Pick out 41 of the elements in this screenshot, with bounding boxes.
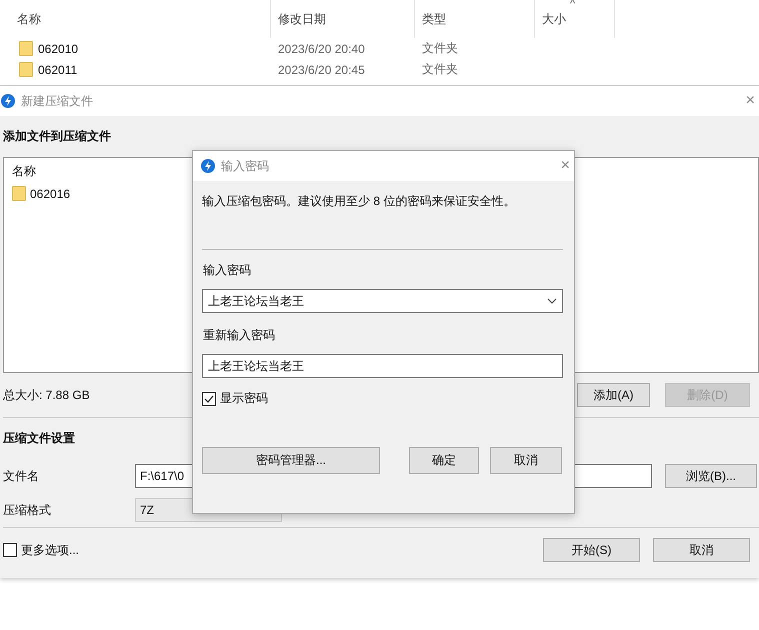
password-combobox[interactable]: 上老王论坛当老王 (202, 289, 563, 313)
file-type: 文件夹 (421, 40, 459, 57)
section-heading: 添加文件到压缩文件 (3, 128, 112, 145)
file-name[interactable]: 062016 (30, 186, 70, 200)
add-button[interactable]: 添加(A) (577, 383, 650, 407)
close-icon[interactable]: × (746, 92, 759, 110)
column-header[interactable]: 类型 (415, 0, 535, 38)
description: 输入压缩包密码。建议使用至少 8 位的密码来保证安全性。 (202, 193, 516, 210)
folder-icon (19, 41, 33, 56)
file-name[interactable]: 062011 (38, 62, 78, 76)
close-icon[interactable]: × (560, 157, 574, 175)
checkbox-label[interactable]: 显示密码 (220, 390, 268, 407)
dialog-button[interactable]: 确定 (409, 447, 479, 474)
field-label: 文件名 (3, 468, 40, 484)
cancel-button[interactable]: 取消 (653, 538, 750, 562)
folder-icon (12, 186, 26, 201)
field-label: 重新输入密码 (202, 327, 276, 344)
modified-date: 2023/6/20 20:45 (277, 62, 366, 76)
window-title: 新建压缩文件 (21, 92, 93, 110)
field-label: 压缩格式 (3, 502, 52, 518)
app-icon (201, 159, 215, 173)
modified-date: 2023/6/20 20:40 (277, 42, 366, 56)
dialog-button[interactable]: 取消 (490, 447, 562, 474)
folder-icon (19, 62, 33, 77)
total-size: 总大小: 7.88 GB (3, 386, 90, 404)
column-header[interactable]: 修改日期 (271, 0, 415, 38)
file-name[interactable]: 062010 (38, 42, 78, 56)
browse-button[interactable]: 浏览(B)... (665, 464, 757, 488)
file-type: 文件夹 (421, 61, 459, 78)
section-heading: 压缩文件设置 (3, 430, 76, 447)
column-header[interactable]: 名称 (0, 0, 271, 38)
start-button[interactable]: 开始(S) (543, 538, 640, 562)
checkbox[interactable] (202, 392, 216, 406)
checkbox-label[interactable]: 更多选项... (21, 542, 80, 558)
dialog-button[interactable]: 密码管理器... (202, 447, 380, 474)
password-field[interactable]: 上老王论坛当老王 (202, 354, 563, 378)
dialog-title: 输入密码 (221, 158, 269, 174)
field-label: 输入密码 (202, 262, 252, 279)
chevron-down-icon[interactable] (547, 298, 557, 304)
column-header[interactable]: 名称 (12, 164, 36, 178)
checkbox[interactable] (3, 543, 17, 557)
